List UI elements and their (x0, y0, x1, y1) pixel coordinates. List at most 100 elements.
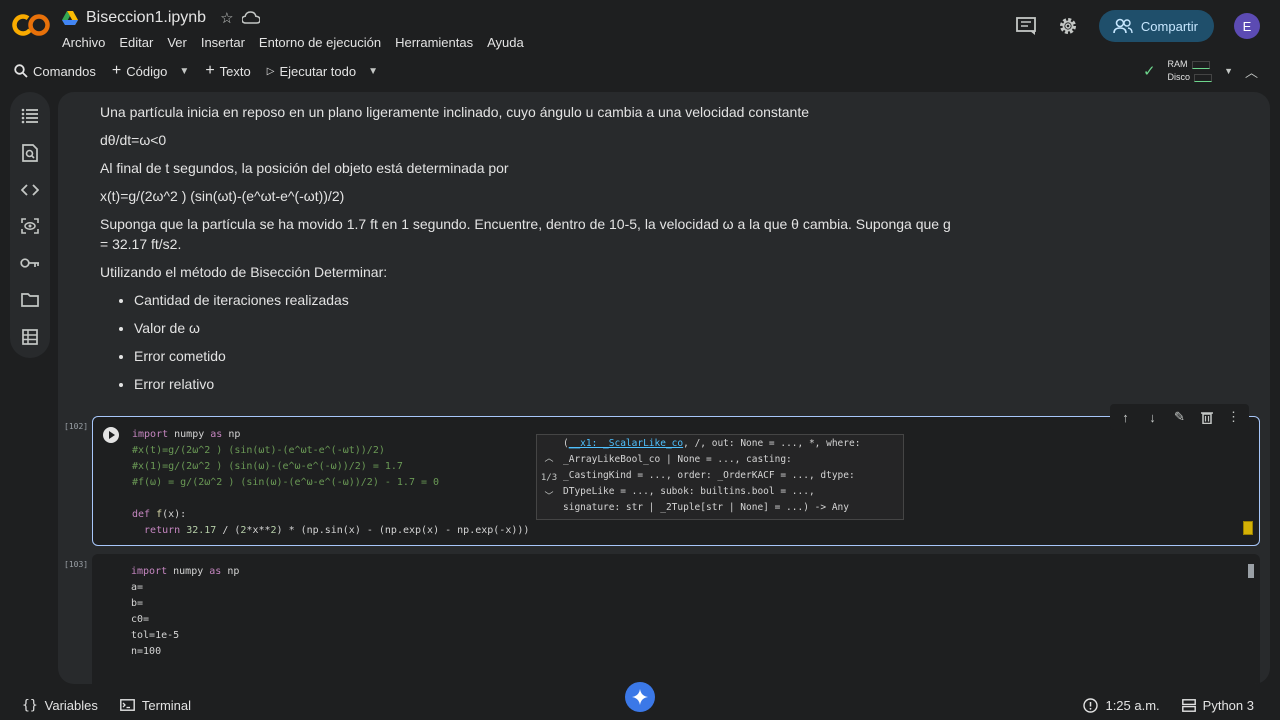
menu-herramientas[interactable]: Herramientas (395, 35, 473, 50)
scrollbar-thumb[interactable] (1248, 564, 1254, 578)
code-token: as (209, 566, 222, 577)
comments-icon[interactable] (1015, 15, 1037, 37)
angular-velocity-eq: dθ/dt=ω<0 (100, 132, 167, 148)
problem-intro: Una partícula inicia en reposo en un pla… (100, 104, 810, 120)
list-item: Error cometido (134, 346, 960, 366)
table-of-contents-icon[interactable] (20, 106, 40, 126)
cloud-icon[interactable] (241, 11, 260, 25)
signature-active-param: __x1: _ScalarLike_co (568, 438, 684, 449)
add-code-button[interactable]: + Código (106, 57, 174, 85)
chevron-down-icon[interactable]: ﹀ (544, 489, 553, 505)
method-intro: Utilizando el método de Bisección Determ… (100, 264, 388, 280)
menu-insertar[interactable]: Insertar (201, 35, 245, 50)
app-header: Biseccion1.ipynb ☆ Archivo Editar Ver In… (0, 0, 1280, 56)
data-table-icon[interactable] (20, 327, 40, 347)
code-token: 32.17 (186, 525, 217, 536)
execution-count: [103] (64, 560, 89, 569)
share-label: Compartir (1140, 18, 1198, 34)
chevron-down-icon[interactable]: ▼ (179, 66, 189, 77)
code-token: / ( (216, 525, 241, 536)
menu-ver[interactable]: Ver (167, 35, 187, 50)
move-up-arrow-icon[interactable]: ↑ (1116, 408, 1135, 427)
code-token: return (132, 525, 187, 536)
curly-braces-icon: {} (22, 697, 38, 713)
code-editor[interactable]: import numpy as np a= b= c0= tol=1e-5 n=… (131, 564, 239, 660)
menu-entorno[interactable]: Entorno de ejecución (259, 35, 381, 50)
plus-icon: + (205, 62, 215, 79)
find-replace-icon[interactable] (20, 143, 40, 163)
code-token: numpy (167, 566, 210, 577)
variables-button[interactable]: {} Variables (22, 698, 98, 713)
menu-editar[interactable]: Editar (119, 35, 153, 50)
code-editor[interactable]: import numpy as np #x(t)=g/(2ω^2 ) (sin(… (132, 427, 529, 539)
add-person-icon (1113, 18, 1133, 34)
server-icon (1181, 698, 1196, 712)
run-cell-button[interactable] (103, 427, 119, 443)
colab-logo[interactable] (12, 12, 50, 38)
terminal-button[interactable]: Terminal (119, 697, 192, 713)
signature-text: DTypeLike = ..., subok: builtins.bool = … (563, 486, 815, 497)
collapse-chevron-up-icon[interactable]: ︿ (1245, 62, 1258, 81)
google-drive-icon (62, 11, 78, 25)
ram-label: RAM (1167, 59, 1188, 69)
status-bar: {} Variables Terminal 1:25 a.m. Python 3 (0, 690, 1280, 720)
terminal-icon (119, 699, 135, 711)
commands-label: Comandos (33, 63, 96, 79)
files-folder-icon[interactable] (20, 290, 40, 310)
time-label: 1:25 a.m. (1105, 697, 1160, 713)
move-down-arrow-icon[interactable]: ↓ (1143, 408, 1162, 427)
notebook-title[interactable]: Biseccion1.ipynb (86, 9, 206, 27)
code-token: (x): (162, 509, 187, 520)
star-icon[interactable]: ☆ (220, 9, 233, 27)
left-sidebar (10, 92, 50, 358)
cell-toolbar: ↑ ↓ ✎ ⋮ (1110, 404, 1249, 430)
more-options-icon[interactable]: ⋮ (1224, 408, 1243, 427)
code-token: import (131, 566, 168, 577)
list-item: Error relativo (134, 374, 960, 394)
list-item: Valor de ω (134, 318, 960, 338)
menu-ayuda[interactable]: Ayuda (487, 35, 524, 50)
terminal-label: Terminal (141, 697, 192, 713)
tasks-list: Cantidad de iteraciones realizadas Valor… (134, 290, 960, 394)
commands-button[interactable]: Comandos (8, 57, 102, 85)
edit-pencil-icon[interactable]: ✎ (1170, 408, 1189, 427)
variables-inspector-icon[interactable] (20, 216, 40, 236)
code-token: ) * (np.sin(x) - (np.exp(x) - np.exp(-x)… (276, 525, 530, 536)
ram-bar (1191, 60, 1210, 69)
code-token: *x** (246, 525, 271, 536)
disk-label: Disco (1167, 72, 1191, 82)
execution-time[interactable]: 1:25 a.m. (1083, 697, 1160, 713)
runtime-indicator[interactable]: Python 3 (1181, 697, 1254, 713)
chevron-down-icon[interactable]: ▼ (1224, 66, 1233, 76)
resource-monitor[interactable]: RAM Disco (1168, 58, 1213, 84)
chevron-down-icon[interactable]: ▼ (368, 66, 378, 77)
runtime-label: Python 3 (1202, 697, 1254, 713)
add-code-label: Código (126, 63, 168, 79)
minimap-marker[interactable] (1243, 521, 1253, 535)
share-button[interactable]: Compartir (1098, 10, 1214, 42)
run-all-button[interactable]: ▷ Ejecutar todo (261, 57, 362, 85)
variables-label: Variables (44, 697, 98, 713)
chevron-up-icon[interactable]: ︿ (544, 451, 553, 467)
signature-text: signature: str | _2Tuple[str | None] = .… (563, 502, 849, 513)
connected-check-icon: ✓ (1142, 63, 1156, 80)
code-snippets-icon[interactable] (20, 180, 40, 200)
signature-counter: 1/3 (540, 473, 558, 483)
settings-gear-icon[interactable] (1057, 15, 1079, 37)
markdown-cell[interactable]: Una partícula inicia en reposo en un pla… (100, 102, 960, 402)
secrets-key-icon[interactable] (20, 253, 40, 273)
add-text-button[interactable]: + Texto (199, 57, 256, 85)
signature-text: , /, out: None = ..., *, where: (683, 438, 861, 449)
add-text-label: Texto (219, 63, 251, 79)
notebook-area: Una partícula inicia en reposo en un pla… (58, 92, 1270, 684)
code-comment: #f(ω) = g/(2ω^2 ) (sin(ω)-(e^ω-e^(-ω))/2… (132, 477, 440, 488)
menu-bar: Archivo Editar Ver Insertar Entorno de e… (62, 35, 524, 50)
search-icon (14, 64, 28, 78)
menu-archivo[interactable]: Archivo (62, 35, 105, 50)
signature-help-tooltip: ︿ 1/3 ﹀ (__x1: _ScalarLike_co, /, out: N… (536, 434, 904, 520)
code-cell[interactable]: import numpy as np a= b= c0= tol=1e-5 n=… (92, 554, 1260, 684)
list-item: Cantidad de iteraciones realizadas (134, 290, 960, 310)
avatar[interactable]: E (1234, 13, 1260, 39)
delete-trash-icon[interactable] (1197, 408, 1216, 427)
code-line: n=100 (131, 646, 162, 657)
